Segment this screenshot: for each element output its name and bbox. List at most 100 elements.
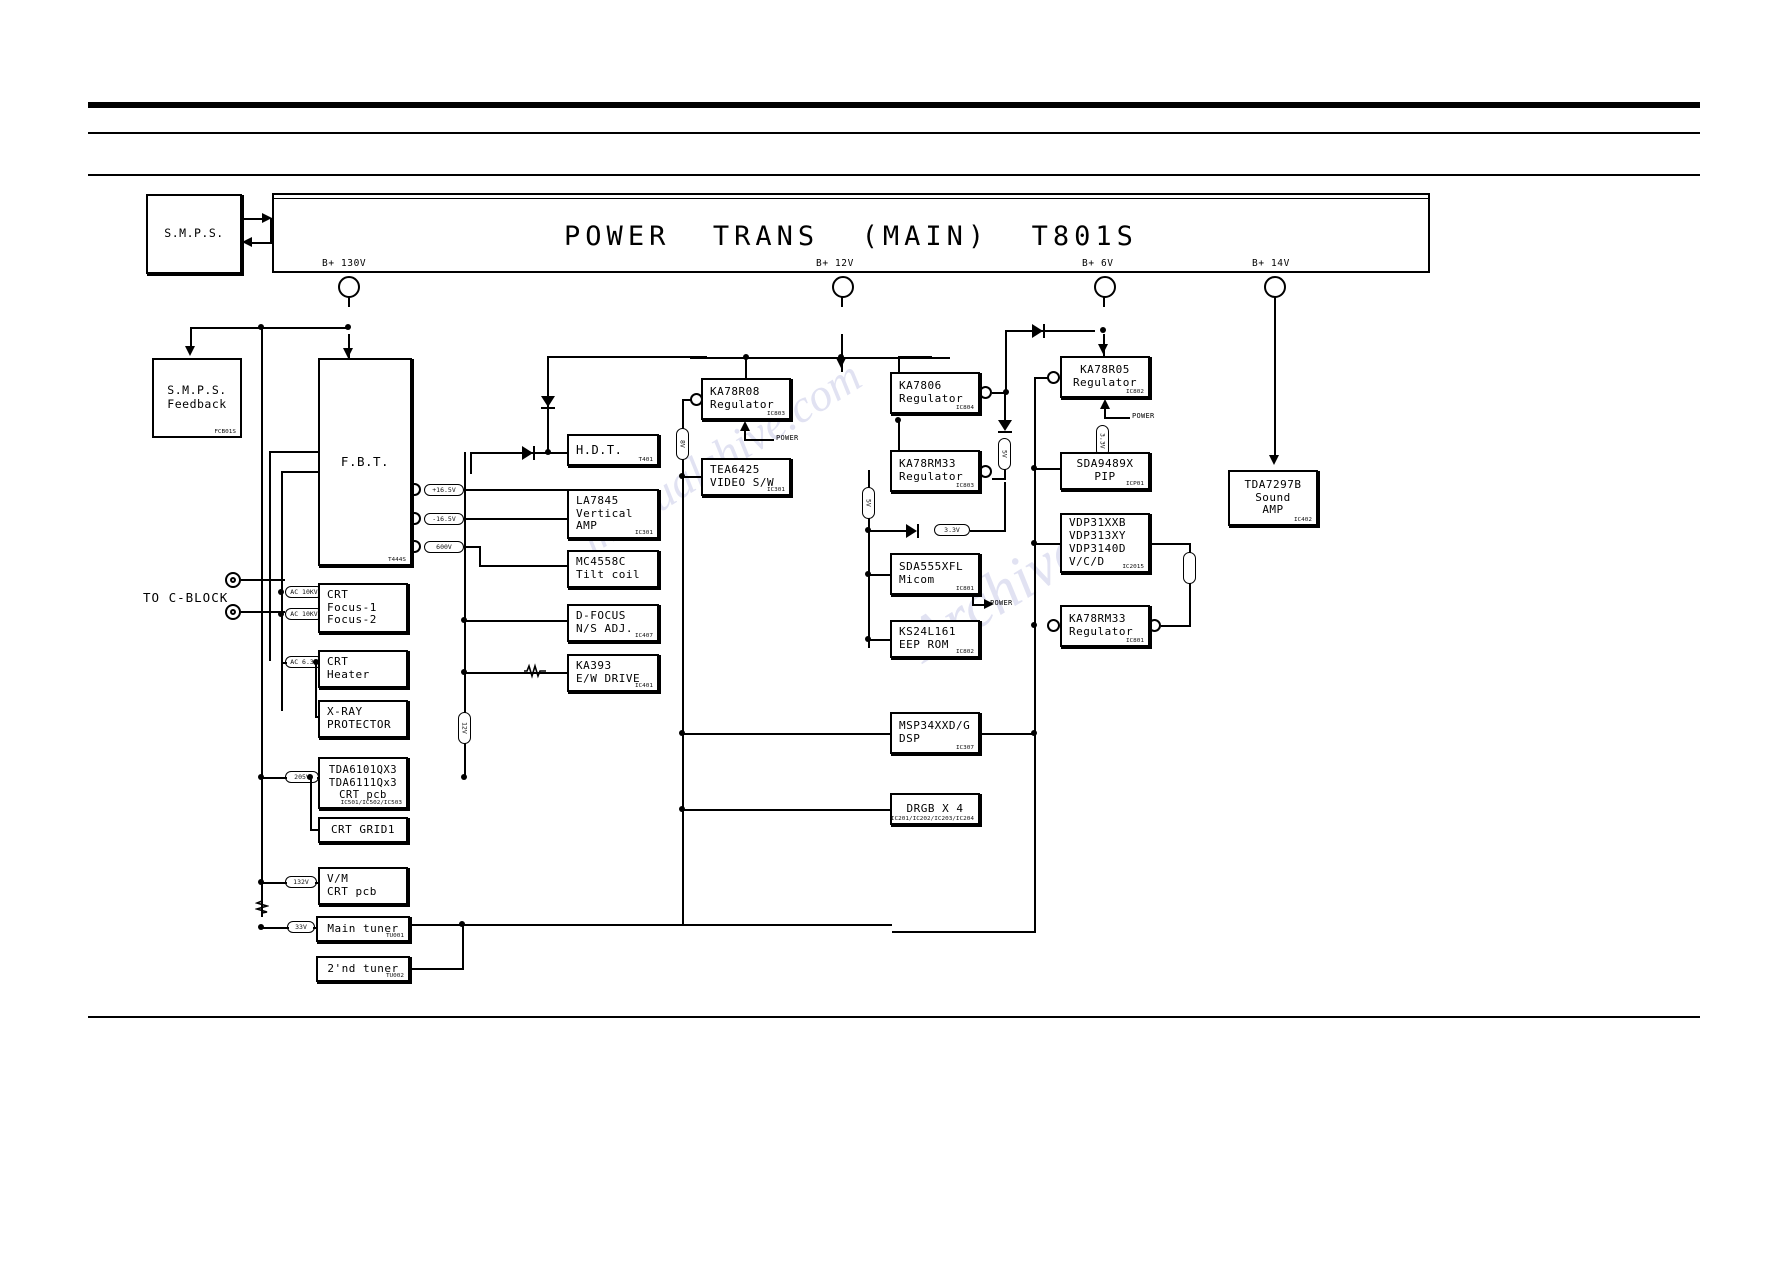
- wire-left-rail: [261, 327, 263, 917]
- block-ka393-ref: IC401: [634, 682, 653, 689]
- wire-8v-bottom: [682, 924, 892, 926]
- wire-fbt-left-1v: [269, 451, 271, 661]
- block-ka78r08-ref: IC803: [766, 410, 785, 417]
- wire-33v: [261, 927, 289, 929]
- wire-dsp-in: [682, 733, 892, 735]
- wire-fbt-o2: [464, 518, 568, 520]
- block-ka78rm33-center-ref: IC803: [955, 482, 974, 489]
- wire-dfocus-rail: [464, 452, 466, 672]
- tap-connector-14v: [1264, 276, 1286, 298]
- block-crt-pcb[interactable]: TDA6101QX3 TDA6111Qx3 CRT pcb IC501/IC50…: [318, 757, 408, 809]
- block-tda7297b-sound-amp[interactable]: TDA7297B Sound AMP IC402: [1228, 470, 1318, 526]
- block-vm-line-1: CRT pcb: [327, 885, 377, 898]
- block-msp34xxd-dsp[interactable]: MSP34XXD/G DSP IC307: [890, 712, 980, 754]
- block-vm-crt-pcb[interactable]: V/M CRT pcb: [318, 867, 408, 905]
- block-ka393[interactable]: KA393 E/W DRIVE IC401: [567, 654, 659, 692]
- block-ka78rm33-center[interactable]: KA78RM33 Regulator IC803: [890, 450, 980, 492]
- wire-micom-in: [868, 574, 892, 576]
- wire-eeprom-in: [868, 639, 892, 641]
- wire-vdp-in: [1034, 543, 1060, 545]
- block-tea6425-line-1: VIDEO S/W: [710, 476, 775, 489]
- block-tea6425[interactable]: TEA6425 VIDEO S/W IC301: [701, 458, 791, 496]
- wire-ac63v-in: [281, 662, 287, 664]
- wire-micom-rail-b: [868, 518, 870, 648]
- block-drgb-ref: IC201/IC202/IC203/IC204: [890, 815, 974, 822]
- ka78r05-terminal: [1047, 371, 1060, 384]
- tap-connector-6v: [1094, 276, 1116, 298]
- diode-hdt: [522, 446, 536, 460]
- block-la7845-ref: IC301: [634, 529, 653, 536]
- block-micom-line-1: Micom: [899, 573, 935, 586]
- block-ka7806[interactable]: KA7806 Regulator IC804: [890, 372, 980, 414]
- block-smps-feedback[interactable]: S.M.P.S. Feedback FCB01S: [152, 358, 242, 438]
- wire-hdt-bus: [470, 452, 568, 454]
- block-dsp-line-1: DSP: [899, 732, 921, 745]
- wire-tuner-2: [410, 968, 464, 970]
- block-la7845-line-2: AMP: [576, 519, 598, 533]
- block-ka78r05[interactable]: KA78R05 Regulator IC802: [1060, 356, 1150, 398]
- block-la7845[interactable]: LA7845 Vertical AMP IC301: [567, 489, 659, 539]
- junction-rm33-in: [895, 417, 901, 423]
- block-ks24l161-eeprom[interactable]: KS24L161 EEP ROM IC802: [890, 620, 980, 658]
- wire-ka78r05-out: [1034, 377, 1048, 379]
- block-smps-feedback-ref: FCB01S: [214, 428, 236, 435]
- power-label-3: POWER: [1132, 412, 1155, 420]
- block-ka78r08[interactable]: KA78R08 Regulator IC803: [701, 378, 791, 420]
- block-sda9489x-pip[interactable]: SDA9489X PIP ICP01: [1060, 452, 1150, 490]
- block-second-tuner[interactable]: 2'nd tuner TU002: [316, 956, 410, 982]
- wire-ka393-in: [464, 672, 568, 674]
- block-ka78rm33-right[interactable]: KA78RM33 Regulator IC801: [1060, 605, 1150, 647]
- block-amp-ref: IC402: [1293, 516, 1312, 523]
- tag-205v: 205V: [285, 771, 319, 783]
- junction-ac10kv-2: [278, 611, 284, 617]
- diode-6v-rail: [1032, 324, 1046, 338]
- block-xray-protector[interactable]: X-RAY PROTECTOR: [318, 700, 408, 738]
- arrow-into-smps-feedback: [185, 346, 195, 356]
- block-crt-pcb-line-1: TDA6111Qx3: [328, 776, 398, 789]
- wire-dfocus-in: [464, 620, 568, 622]
- top-heavy-rule: [88, 102, 1700, 108]
- block-crt-grid1[interactable]: CRT GRID1: [318, 817, 408, 843]
- block-vdp-vcd[interactable]: VDP31XXB VDP313XY VDP3140D V/C/D IC2015: [1060, 513, 1150, 573]
- tag-33v-mid: 3.3V: [934, 524, 970, 536]
- fuse-5v-center: 5V: [998, 438, 1011, 470]
- block-main-tuner-ref: TU001: [385, 932, 404, 939]
- wire-130v-bus: [190, 327, 350, 329]
- junction-crtpcb: [307, 774, 313, 780]
- block-smps-line-0: S.M.P.S.: [164, 226, 224, 241]
- diode-ka7806-down: [998, 420, 1012, 434]
- block-smps[interactable]: S.M.P.S.: [146, 194, 242, 274]
- block-pip-ref: ICP01: [1125, 480, 1144, 487]
- block-pip-line-1: PIP: [1094, 470, 1116, 483]
- block-crt-heater[interactable]: CRT Heater: [318, 650, 408, 688]
- wire-pip-in: [1034, 468, 1060, 470]
- block-ka7806-ref: IC804: [955, 404, 974, 411]
- block-hdt-ref: T401: [638, 456, 653, 463]
- block-sda555xfl-micom[interactable]: SDA555XFL Micom IC801: [890, 553, 980, 595]
- block-crt-heater-line-1: Heater: [327, 668, 370, 681]
- block-d-focus-line-1: N/S ADJ.: [576, 622, 633, 635]
- block-crt-focus[interactable]: CRT Focus-1 Focus-2: [318, 583, 408, 633]
- block-mc4558c-line-1: Tilt coil: [576, 568, 641, 581]
- arrow-14v-to-amp: [1269, 455, 1279, 465]
- wire-8v-rail: [682, 476, 684, 926]
- tap-label-6v: B+ 6V: [1082, 258, 1114, 269]
- fuse-8v: 8V: [676, 428, 689, 460]
- wire-14v-drop: [1274, 297, 1276, 457]
- junction-rm33b: [1031, 622, 1037, 628]
- wire-crtpcb-grid1: [310, 777, 312, 829]
- block-d-focus[interactable]: D-FOCUS N/S ADJ. IC407: [567, 604, 659, 642]
- wire-trans-left-stub: [270, 218, 272, 244]
- block-fbt[interactable]: F.B.T. T444S: [318, 358, 412, 566]
- coil-left-rail: [255, 898, 269, 920]
- block-smps-feedback-line-0: S.M.P.S.: [167, 383, 227, 398]
- block-main-tuner[interactable]: Main tuner TU001: [316, 916, 410, 942]
- block-hdt[interactable]: H.D.T. T401: [567, 434, 659, 466]
- block-mc4558c[interactable]: MC4558C Tilt coil: [567, 550, 659, 588]
- block-drgb-x4[interactable]: DRGB X 4 IC201/IC202/IC203/IC204: [890, 793, 980, 825]
- block-amp-line-0: TDA7297B: [1244, 477, 1302, 491]
- tap-connector-12v: [832, 276, 854, 298]
- bottom-rule: [88, 1016, 1700, 1018]
- wire-heater-xray: [315, 662, 317, 717]
- block-diagram-page: manualshive.com Archive POWER TRANS (MAI…: [0, 0, 1787, 1263]
